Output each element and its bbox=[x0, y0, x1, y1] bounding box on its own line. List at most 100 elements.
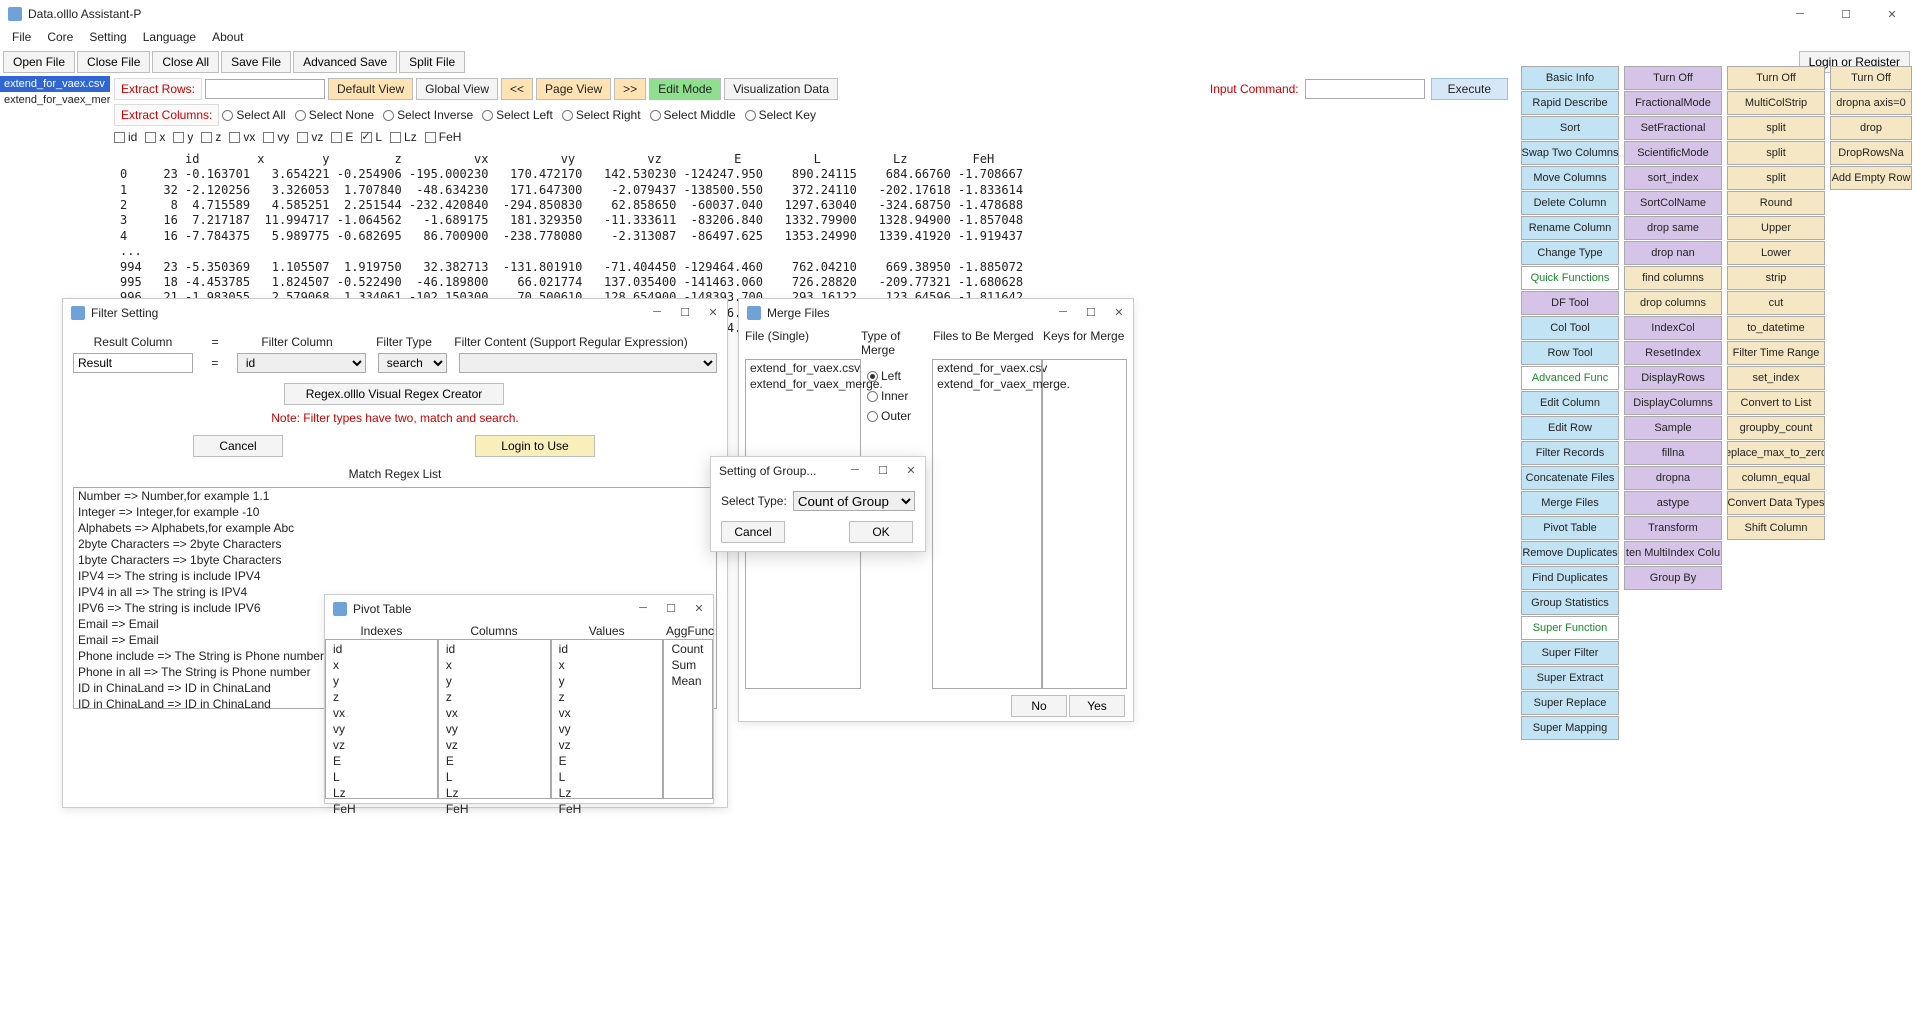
col-check-Lz[interactable]: Lz bbox=[390, 130, 417, 144]
close-file-button[interactable]: Close File bbox=[77, 51, 150, 73]
menu-about[interactable]: About bbox=[204, 28, 251, 48]
result-input[interactable] bbox=[73, 353, 193, 373]
side-btn[interactable]: Sort bbox=[1521, 116, 1619, 140]
minimize-icon[interactable]: ─ bbox=[841, 459, 869, 481]
side-btn[interactable]: Remove Duplicates bbox=[1521, 541, 1619, 565]
close-all-button[interactable]: Close All bbox=[152, 51, 219, 73]
side-btn[interactable]: Filter Time Range bbox=[1727, 341, 1825, 365]
close-icon[interactable]: ✕ bbox=[1105, 301, 1133, 323]
maximize-icon[interactable]: ☐ bbox=[1077, 301, 1105, 323]
side-btn[interactable]: split bbox=[1727, 116, 1825, 140]
side-btn[interactable]: FractionalMode bbox=[1624, 91, 1722, 115]
col-check-vy[interactable]: vy bbox=[263, 130, 289, 144]
select-middle-radio[interactable]: Select Middle bbox=[650, 108, 736, 122]
side-btn[interactable]: SetFractional bbox=[1624, 116, 1722, 140]
maximize-icon[interactable]: ☐ bbox=[657, 597, 685, 619]
side-btn[interactable]: Group By bbox=[1624, 566, 1722, 590]
merge-yes-button[interactable]: Yes bbox=[1069, 695, 1125, 717]
side-btn[interactable]: find columns bbox=[1624, 266, 1722, 290]
close-button[interactable]: ✕ bbox=[1869, 0, 1915, 28]
side-btn[interactable]: Turn Off bbox=[1624, 66, 1722, 90]
pivot-indexes-list[interactable]: idxyzvxvyvzELLzFeH bbox=[325, 639, 438, 799]
side-btn[interactable]: Delete Column bbox=[1521, 191, 1619, 215]
side-btn[interactable]: strip bbox=[1727, 266, 1825, 290]
col-check-vz[interactable]: vz bbox=[297, 130, 323, 144]
col-check-y[interactable]: y bbox=[173, 130, 193, 144]
file-item-selected[interactable]: extend_for_vaex.csv bbox=[0, 76, 110, 92]
side-btn[interactable]: Group Statistics bbox=[1521, 591, 1619, 615]
side-btn[interactable]: astype bbox=[1624, 491, 1722, 515]
side-btn[interactable]: split bbox=[1727, 141, 1825, 165]
side-btn[interactable]: Find Duplicates bbox=[1521, 566, 1619, 590]
side-btn[interactable]: Swap Two Columns bbox=[1521, 141, 1619, 165]
maximize-icon[interactable]: ☐ bbox=[671, 301, 699, 323]
filter-type-select[interactable]: search bbox=[378, 353, 447, 373]
select-none-radio[interactable]: Select None bbox=[295, 108, 374, 122]
side-btn[interactable]: drop nan bbox=[1624, 241, 1722, 265]
next-page-button[interactable]: >> bbox=[614, 78, 646, 100]
prev-page-button[interactable]: << bbox=[501, 78, 533, 100]
col-check-E[interactable]: E bbox=[331, 130, 353, 144]
side-btn[interactable]: drop same bbox=[1624, 216, 1722, 240]
side-btn[interactable]: eplace_max_to_zero bbox=[1727, 441, 1825, 465]
side-btn[interactable]: ScientificMode bbox=[1624, 141, 1722, 165]
menu-file[interactable]: File bbox=[4, 28, 39, 48]
select-all-radio[interactable]: Select All bbox=[222, 108, 285, 122]
side-btn[interactable]: Rapid Describe bbox=[1521, 91, 1619, 115]
minimize-icon[interactable]: ─ bbox=[1049, 301, 1077, 323]
execute-button[interactable]: Execute bbox=[1431, 78, 1508, 100]
side-btn[interactable]: Change Type bbox=[1521, 241, 1619, 265]
side-btn[interactable]: dropna bbox=[1624, 466, 1722, 490]
side-btn[interactable]: cut bbox=[1727, 291, 1825, 315]
side-btn[interactable]: Super Replace bbox=[1521, 691, 1619, 715]
col-check-id[interactable]: id bbox=[114, 130, 137, 144]
select-right-radio[interactable]: Select Right bbox=[562, 108, 641, 122]
extract-rows-input[interactable] bbox=[205, 79, 325, 99]
side-btn[interactable]: ResetIndex bbox=[1624, 341, 1722, 365]
side-btn[interactable]: DropRowsNa bbox=[1830, 141, 1912, 165]
default-view-button[interactable]: Default View bbox=[328, 78, 413, 100]
minimize-icon[interactable]: ─ bbox=[629, 597, 657, 619]
regex-creator-button[interactable]: Regex.olllo Visual Regex Creator bbox=[284, 383, 504, 405]
group-ok-button[interactable]: OK bbox=[849, 521, 913, 543]
save-file-button[interactable]: Save File bbox=[221, 51, 291, 73]
side-btn[interactable]: Rename Column bbox=[1521, 216, 1619, 240]
filter-content-input[interactable] bbox=[459, 353, 717, 373]
side-btn[interactable]: split bbox=[1727, 166, 1825, 190]
cancel-button[interactable]: Cancel bbox=[193, 435, 283, 457]
close-icon[interactable]: ✕ bbox=[699, 301, 727, 323]
side-btn[interactable]: Upper bbox=[1727, 216, 1825, 240]
side-btn[interactable]: Move Columns bbox=[1521, 166, 1619, 190]
side-btn[interactable]: Turn Off bbox=[1830, 66, 1912, 90]
group-type-select[interactable]: Count of Group bbox=[793, 491, 915, 511]
merge-outer-radio[interactable]: Outer bbox=[867, 409, 920, 423]
page-view-button[interactable]: Page View bbox=[536, 78, 611, 100]
filter-column-select[interactable]: id bbox=[237, 353, 366, 373]
group-cancel-button[interactable]: Cancel bbox=[721, 521, 785, 543]
side-btn[interactable]: drop bbox=[1830, 116, 1912, 140]
file-item[interactable]: extend_for_vaex_merge. bbox=[0, 92, 110, 108]
minimize-icon[interactable]: ─ bbox=[643, 301, 671, 323]
side-btn[interactable]: Col Tool bbox=[1521, 316, 1619, 340]
side-btn[interactable]: DF Tool bbox=[1521, 291, 1619, 315]
side-btn[interactable]: ten MultiIndex Colu bbox=[1624, 541, 1722, 565]
menu-core[interactable]: Core bbox=[39, 28, 81, 48]
side-btn[interactable]: Filter Records bbox=[1521, 441, 1619, 465]
select-left-radio[interactable]: Select Left bbox=[482, 108, 553, 122]
menu-setting[interactable]: Setting bbox=[81, 28, 134, 48]
merge-no-button[interactable]: No bbox=[1011, 695, 1067, 717]
merge-left-radio[interactable]: Left bbox=[867, 369, 920, 383]
side-btn[interactable]: set_index bbox=[1727, 366, 1825, 390]
side-btn[interactable]: Basic Info bbox=[1521, 66, 1619, 90]
select-inverse-radio[interactable]: Select Inverse bbox=[383, 108, 473, 122]
side-btn[interactable]: Edit Row bbox=[1521, 416, 1619, 440]
command-input[interactable] bbox=[1305, 79, 1425, 99]
side-btn[interactable]: fillna bbox=[1624, 441, 1722, 465]
side-btn[interactable]: Edit Column bbox=[1521, 391, 1619, 415]
close-icon[interactable]: ✕ bbox=[897, 459, 925, 481]
side-btn[interactable]: IndexCol bbox=[1624, 316, 1722, 340]
select-key-radio[interactable]: Select Key bbox=[745, 108, 816, 122]
side-btn[interactable]: to_datetime bbox=[1727, 316, 1825, 340]
advanced-save-button[interactable]: Advanced Save bbox=[293, 51, 397, 73]
col-check-L[interactable]: L bbox=[361, 130, 382, 144]
